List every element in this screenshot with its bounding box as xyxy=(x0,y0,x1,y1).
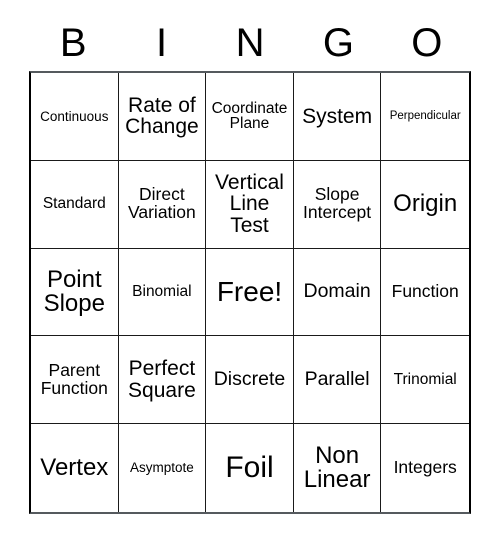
bingo-cell[interactable]: Asymptote xyxy=(118,424,207,512)
bingo-cell[interactable]: Slope Intercept xyxy=(293,160,382,249)
bingo-card: B I N G O Continuous Rate of Change Coordin… xyxy=(0,0,500,544)
bingo-cell[interactable]: Direct Variation xyxy=(118,160,207,249)
bingo-cell-label: Continuous xyxy=(40,108,109,124)
bingo-cell[interactable]: Binomial xyxy=(118,248,207,337)
bingo-cell-label: Trinomial xyxy=(393,370,457,388)
bingo-cell[interactable]: System xyxy=(293,73,382,161)
bingo-cell[interactable]: Standard xyxy=(31,160,119,249)
bingo-cell[interactable]: Vertex xyxy=(31,424,119,512)
bingo-cell-label: Coordinate Plane xyxy=(211,99,288,133)
bingo-cell-label: Function xyxy=(391,281,459,302)
bingo-cell-label: Free! xyxy=(216,275,283,307)
bingo-cell[interactable]: Vertical Line Test xyxy=(206,160,294,249)
bingo-cell[interactable]: Non Linear xyxy=(293,424,382,512)
bingo-cell[interactable]: Integers xyxy=(381,424,469,512)
bingo-cell[interactable]: Function xyxy=(381,248,469,337)
bingo-cell[interactable]: Free! xyxy=(206,248,294,337)
bingo-cell[interactable]: Continuous xyxy=(31,73,119,161)
bingo-cell[interactable]: Rate of Change xyxy=(118,73,207,161)
bingo-cell-label: Direct Variation xyxy=(128,184,196,223)
bingo-cell-label: Parent Function xyxy=(40,359,108,398)
bingo-cell[interactable]: Trinomial xyxy=(381,336,469,425)
bingo-cell-label: Non Linear xyxy=(303,441,371,494)
bingo-cell-label: Discrete xyxy=(213,367,286,390)
header-letter-g: G xyxy=(322,20,354,65)
bingo-cell-label: Rate of Change xyxy=(125,93,199,139)
bingo-cell-label: Domain xyxy=(303,280,371,303)
bingo-grid: Continuous Rate of Change Coordinate Plane Sy… xyxy=(29,71,471,514)
bingo-cell[interactable]: Perfect Square xyxy=(118,336,207,425)
bingo-cell-label: Point Slope xyxy=(43,265,105,317)
bingo-cell[interactable]: Coordinate Plane xyxy=(206,73,294,161)
bingo-cell-label: Perpendicular xyxy=(389,109,461,122)
bingo-cell[interactable]: Point Slope xyxy=(31,248,119,337)
header-letter-o: O xyxy=(411,20,443,65)
header-letter-i: I xyxy=(156,20,168,65)
bingo-cell-label: Standard xyxy=(42,195,106,213)
bingo-cell[interactable]: Discrete xyxy=(206,336,294,425)
bingo-cell-label: Integers xyxy=(393,457,457,478)
bingo-cell[interactable]: Foil xyxy=(206,424,294,512)
bingo-cell[interactable]: Parent Function xyxy=(31,336,119,425)
bingo-cell-label: Vertical Line Test xyxy=(215,171,284,237)
bingo-cell-label: Perfect Square xyxy=(128,357,196,402)
bingo-cell-label: System xyxy=(302,104,373,128)
bingo-cell[interactable]: Origin xyxy=(381,160,469,249)
header-letter-n: N xyxy=(235,20,265,65)
bingo-cell-label: Parallel xyxy=(304,367,370,390)
bingo-cell-label: Vertex xyxy=(40,453,109,481)
bingo-cell-label: Binomial xyxy=(132,283,192,301)
bingo-header-letters: B I N G O xyxy=(29,14,471,71)
bingo-cell[interactable]: Parallel xyxy=(293,336,382,425)
bingo-cell[interactable]: Domain xyxy=(293,248,382,337)
bingo-cell-label: Foil xyxy=(225,450,274,484)
bingo-cell-label: Asymptote xyxy=(130,460,194,476)
header-letter-b: B xyxy=(59,20,87,65)
bingo-cell-label: Origin xyxy=(393,189,458,217)
bingo-cell-label: Slope Intercept xyxy=(303,184,372,223)
bingo-cell[interactable]: Perpendicular xyxy=(381,73,469,161)
